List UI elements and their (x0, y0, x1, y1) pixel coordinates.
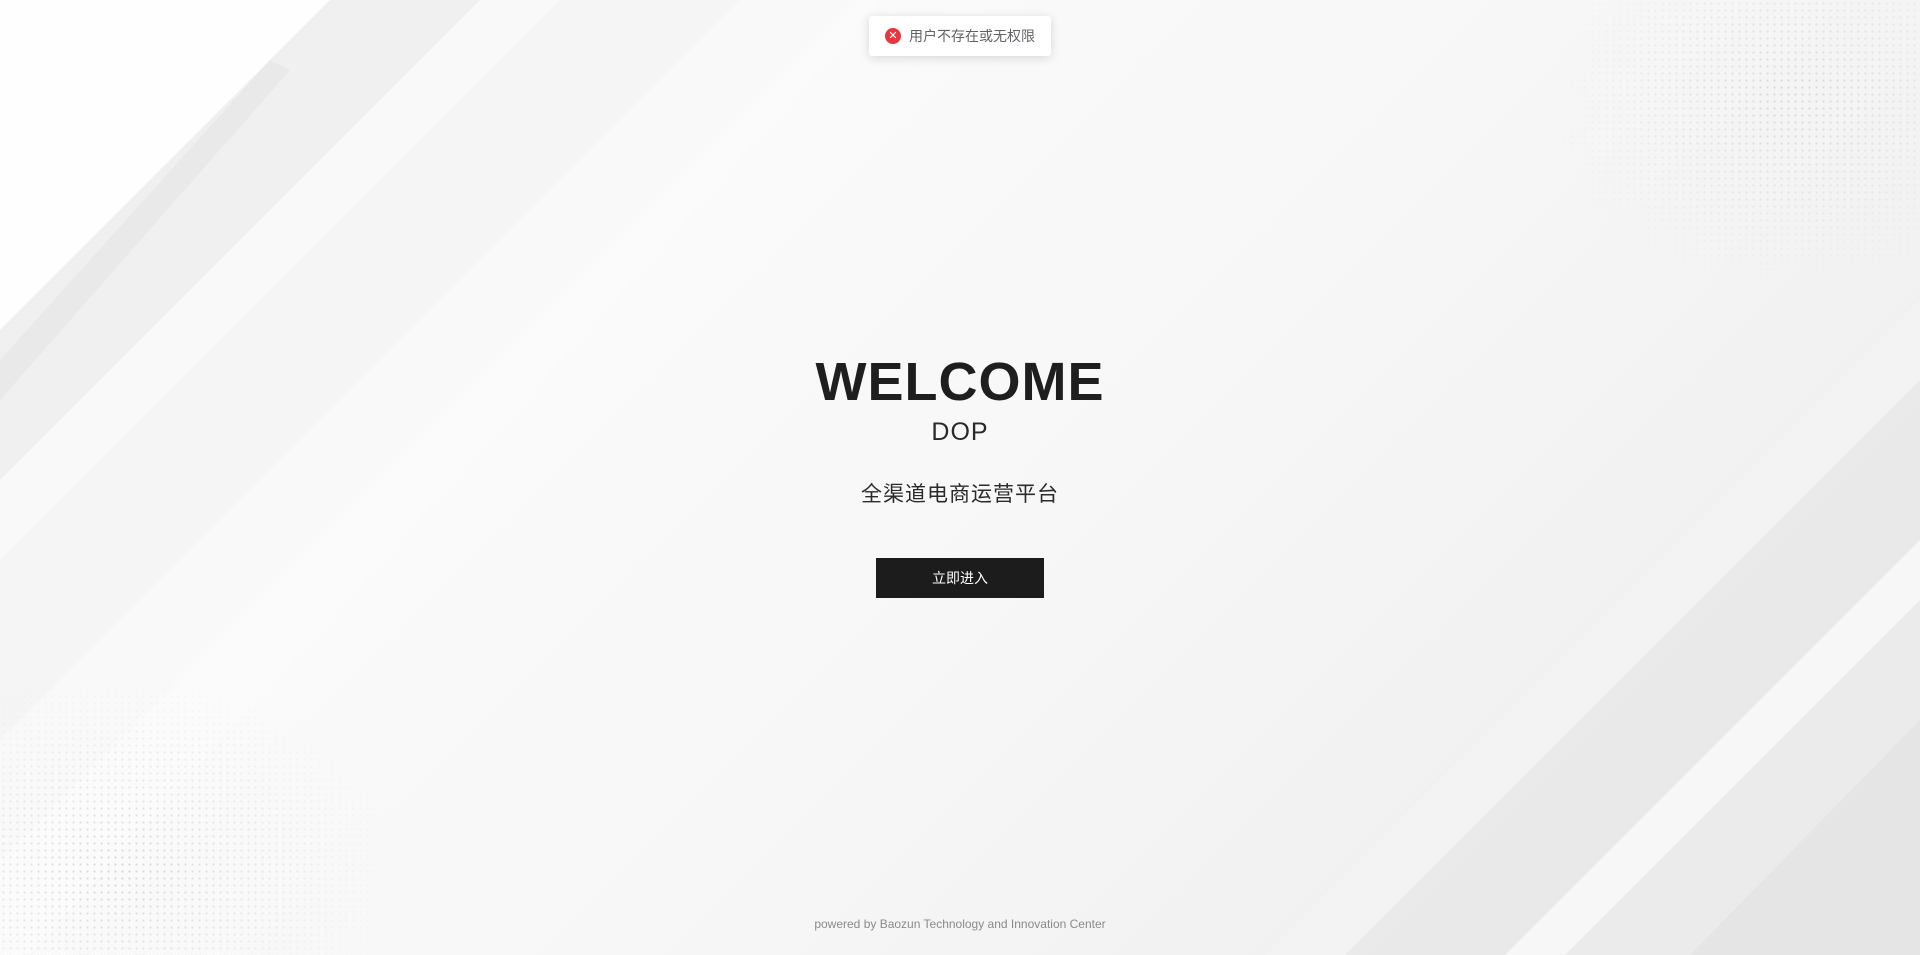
error-circle-icon: ✕ (885, 28, 901, 44)
welcome-title: WELCOME (815, 352, 1105, 412)
footer-credit: powered by Baozun Technology and Innovat… (814, 917, 1106, 931)
welcome-page: ✕ 用户不存在或无权限 WELCOME DOP 全渠道电商运营平台 立即进入 p… (0, 0, 1920, 955)
error-toast: ✕ 用户不存在或无权限 (869, 16, 1051, 56)
platform-subtitle: 全渠道电商运营平台 (861, 483, 1059, 506)
background-decoration (0, 0, 1920, 955)
enter-button[interactable]: 立即进入 (876, 558, 1044, 598)
product-name: DOP (931, 418, 989, 446)
toast-message: 用户不存在或无权限 (909, 28, 1035, 44)
